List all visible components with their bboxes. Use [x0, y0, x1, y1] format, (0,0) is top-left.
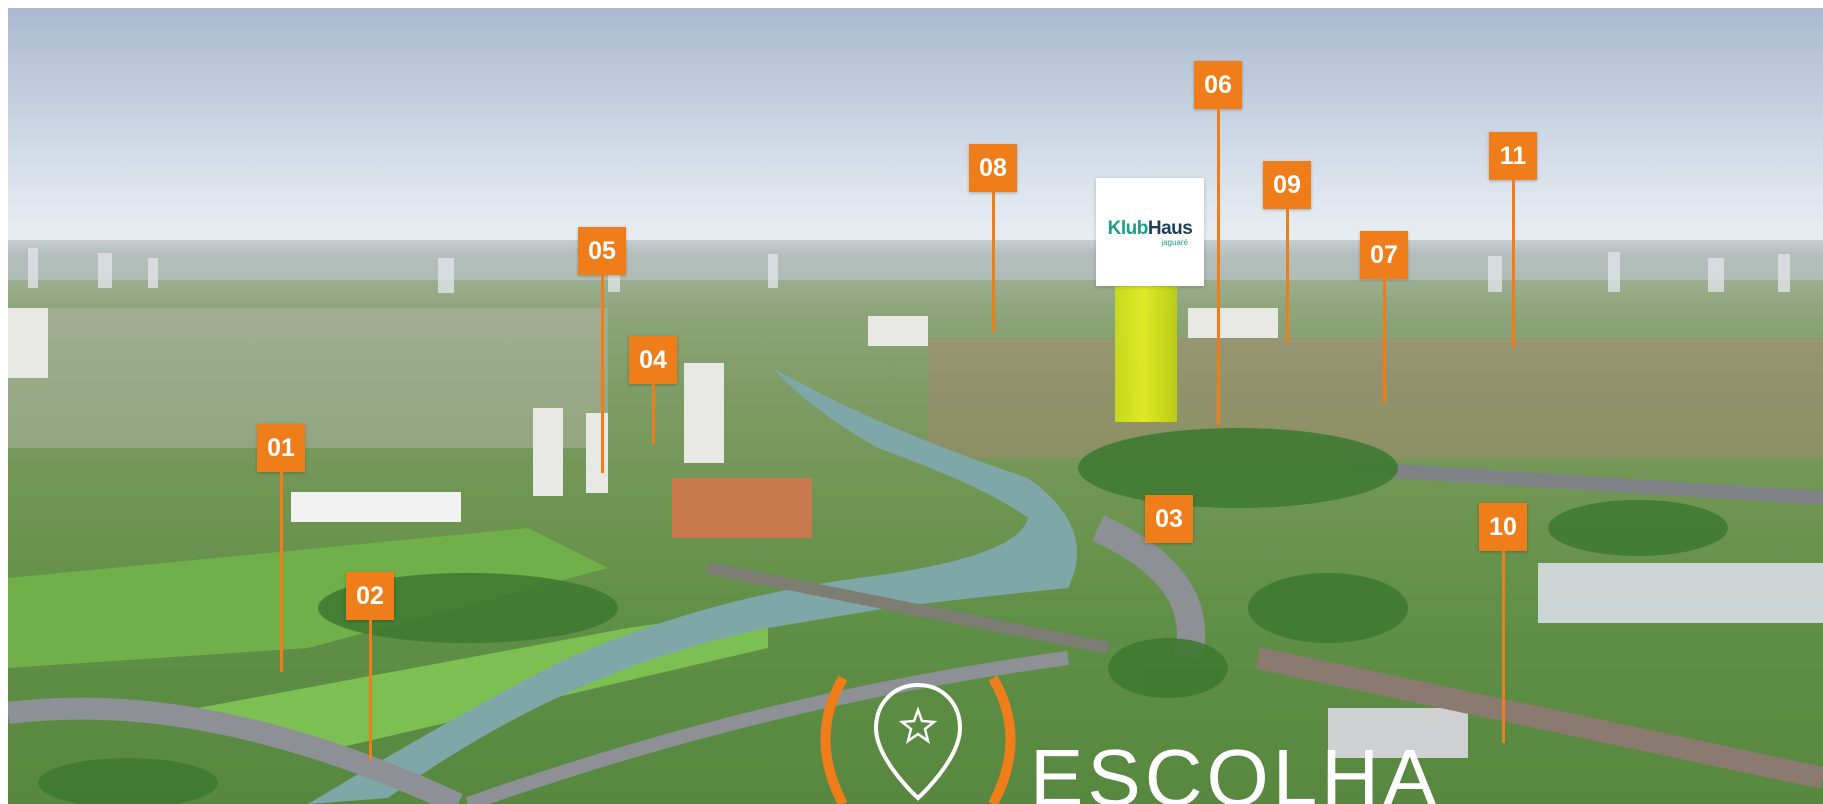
marker-04: 04: [629, 336, 677, 444]
marker-05: 05: [578, 227, 626, 473]
klubhaus-logo: KlubHaus jaguaré: [1096, 178, 1204, 286]
marker-03: 03: [1145, 495, 1193, 543]
aerial-photo: KlubHaus jaguaré 01 02 03 04 05 06 07 08…: [8, 8, 1823, 804]
marker-label: 05: [578, 227, 626, 275]
marker-07: 07: [1360, 231, 1408, 403]
logo-brand-klub: Klub: [1107, 217, 1149, 239]
logo-brand: KlubHaus: [1108, 218, 1193, 240]
marker-09: 09: [1263, 161, 1311, 343]
marker-02: 02: [346, 572, 394, 760]
marker-label: 11: [1489, 132, 1537, 180]
marker-label: 09: [1263, 161, 1311, 209]
marker-11: 11: [1489, 132, 1537, 348]
marker-label: 03: [1145, 495, 1193, 543]
highlighted-tower: [1115, 286, 1177, 422]
escolha-heading: ESCOLHA: [1030, 733, 1441, 804]
marker-label: 10: [1479, 503, 1527, 551]
marker-01: 01: [257, 424, 305, 672]
marker-label: 04: [629, 336, 677, 384]
marker-label: 02: [346, 572, 394, 620]
marker-08: 08: [969, 144, 1017, 332]
logo-brand-haus: Haus: [1147, 217, 1193, 239]
city-landscape: [8, 240, 1823, 804]
marker-label: 01: [257, 424, 305, 472]
logo-subtitle: jaguaré: [1161, 237, 1188, 247]
marker-10: 10: [1479, 503, 1527, 743]
marker-06: 06: [1194, 61, 1242, 425]
marker-label: 06: [1194, 61, 1242, 109]
marker-label: 08: [969, 144, 1017, 192]
marker-label: 07: [1360, 231, 1408, 279]
